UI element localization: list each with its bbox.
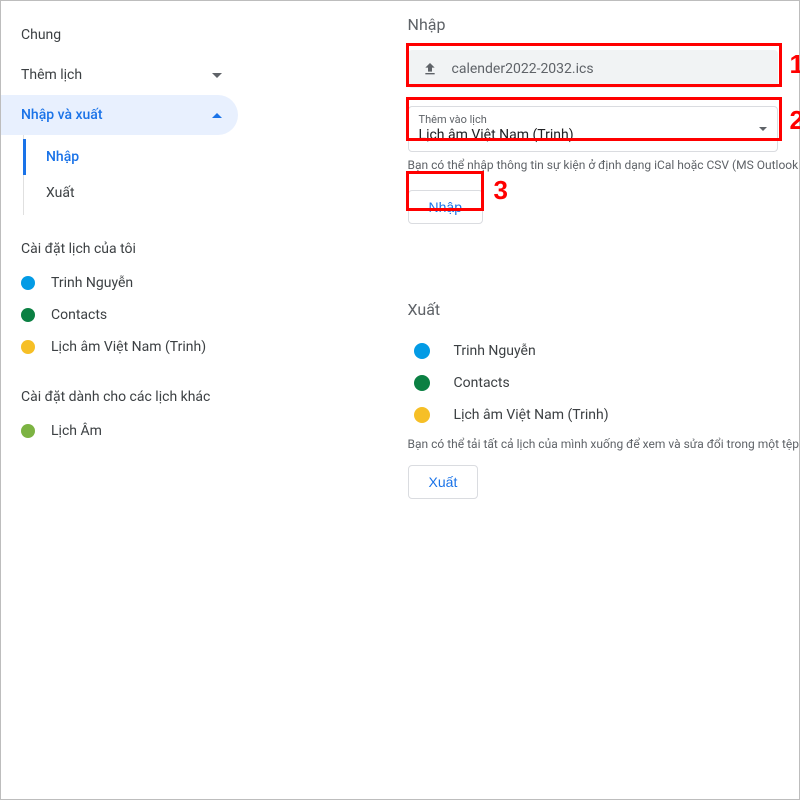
calendar-item[interactable]: Contacts: [1, 299, 238, 331]
sidebar-heading-other-calendars: Cài đặt dành cho các lịch khác: [1, 363, 238, 415]
calendar-label: Trinh Nguyễn: [51, 275, 133, 291]
file-name: calender2022-2032.ics: [452, 61, 594, 77]
file-upload-field[interactable]: calender2022-2032.ics: [408, 50, 778, 88]
sidebar-label: Thêm lịch: [21, 67, 82, 83]
calendar-select[interactable]: Thêm vào lịch Lịch âm Việt Nam (Trinh): [408, 106, 778, 152]
export-hint: Bạn có thể tải tất cả lịch của mình xuốn…: [408, 437, 799, 451]
color-dot-icon: [414, 375, 430, 391]
sidebar-sub-import[interactable]: Nhập: [23, 139, 238, 175]
color-dot-icon: [21, 340, 35, 354]
export-calendar-label: Contacts: [454, 375, 510, 391]
caret-down-icon: [759, 127, 767, 131]
sidebar-label: Nhập và xuất: [21, 107, 103, 123]
calendar-label: Lịch âm Việt Nam (Trinh): [51, 339, 206, 355]
sidebar-sub-export[interactable]: Xuất: [24, 175, 238, 211]
sidebar-heading-my-calendars: Cài đặt lịch của tôi: [1, 215, 238, 267]
import-title: Nhập: [408, 15, 799, 34]
settings-sidebar: Chung Thêm lịch Nhập và xuất Nhập Xuất C…: [1, 1, 238, 799]
color-dot-icon: [21, 276, 35, 290]
import-hint: Bạn có thể nhập thông tin sự kiện ở định…: [408, 158, 799, 172]
chevron-up-icon: [212, 113, 222, 118]
export-calendar-item: Trinh Nguyễn: [408, 335, 799, 367]
export-calendar-item: Contacts: [408, 367, 799, 399]
calendar-item[interactable]: Lịch Âm: [1, 415, 238, 447]
color-dot-icon: [414, 407, 430, 423]
sidebar-item-general[interactable]: Chung: [1, 15, 238, 55]
color-dot-icon: [21, 424, 35, 438]
calendar-label: Contacts: [51, 307, 107, 323]
export-title: Xuất: [408, 300, 799, 319]
calendar-label: Lịch Âm: [51, 423, 102, 439]
main-content: Nhập calender2022-2032.ics Thêm vào lịch…: [238, 1, 799, 799]
calendar-item[interactable]: Trinh Nguyễn: [1, 267, 238, 299]
sidebar-item-import-export[interactable]: Nhập và xuất: [1, 95, 238, 135]
calendar-item[interactable]: Lịch âm Việt Nam (Trinh): [1, 331, 238, 363]
color-dot-icon: [21, 308, 35, 322]
sidebar-label: Chung: [21, 27, 61, 43]
export-calendar-item: Lịch âm Việt Nam (Trinh): [408, 399, 799, 431]
import-section: Nhập calender2022-2032.ics Thêm vào lịch…: [238, 15, 799, 224]
import-button[interactable]: Nhập: [408, 190, 483, 224]
select-label: Thêm vào lịch: [419, 113, 767, 126]
export-calendar-label: Lịch âm Việt Nam (Trinh): [454, 407, 609, 423]
export-button[interactable]: Xuất: [408, 465, 479, 499]
upload-icon: [422, 61, 438, 77]
sidebar-item-add-calendar[interactable]: Thêm lịch: [1, 55, 238, 95]
sidebar-submenu: Nhập Xuất: [23, 135, 238, 215]
export-calendar-label: Trinh Nguyễn: [454, 343, 536, 359]
color-dot-icon: [414, 343, 430, 359]
export-section: Xuất Trinh Nguyễn Contacts Lịch âm Việt …: [238, 300, 799, 499]
chevron-down-icon: [212, 73, 222, 78]
select-value: Lịch âm Việt Nam (Trinh): [419, 127, 767, 143]
